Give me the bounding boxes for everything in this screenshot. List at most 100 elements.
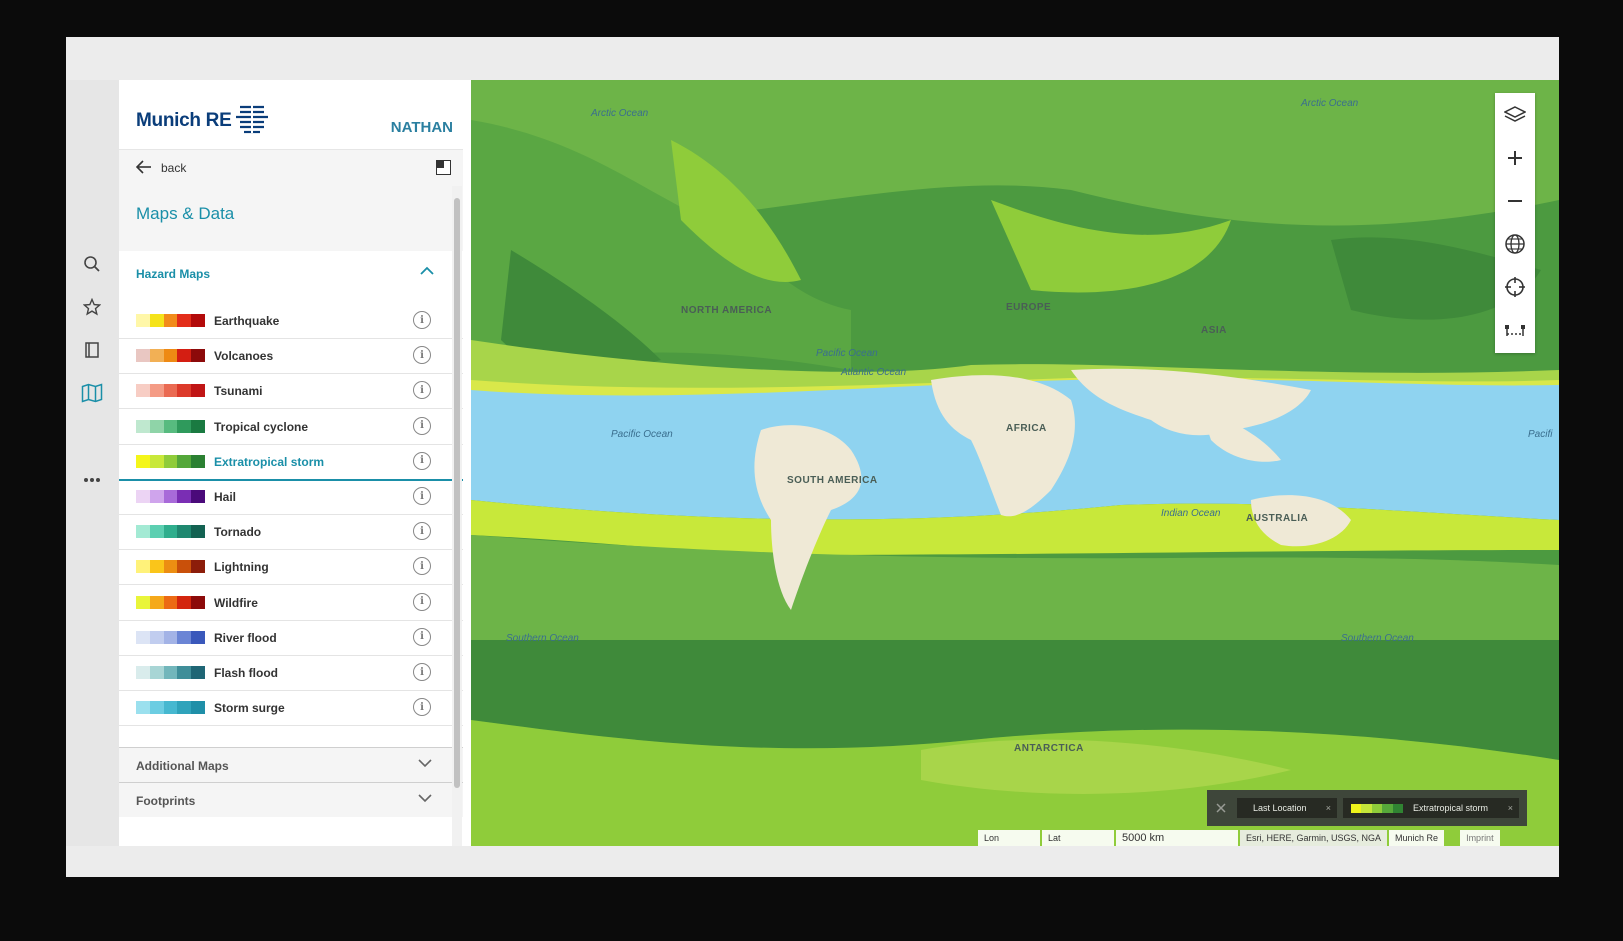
zoom-out-icon[interactable]: [1495, 179, 1535, 222]
ocean-label: Pacific Ocean: [611, 429, 673, 440]
hazard-item[interactable]: River flood i: [119, 620, 463, 656]
close-icon[interactable]: ×: [1508, 803, 1513, 813]
hazard-item-label: Extratropical storm: [214, 454, 325, 469]
panel-title: Maps & Data: [136, 204, 235, 223]
close-icon[interactable]: [1216, 803, 1226, 813]
user-name[interactable]: NATHAN: [391, 119, 453, 136]
ocean-label: Arctic Ocean: [1301, 98, 1359, 109]
chevron-down-icon[interactable]: [418, 759, 432, 768]
lon-readout: Lon: [978, 830, 1040, 846]
extratropical-storm-chip[interactable]: Extratropical storm ×: [1343, 798, 1519, 818]
ocean-label: Atlantic Ocean: [841, 367, 907, 378]
hazard-item-label: Lightning: [214, 560, 269, 575]
map-status-bar: Lon Lat 5000 km Esri, HERE, Garmin, USGS…: [978, 830, 1502, 846]
hazard-item-label: Tropical cyclone: [214, 419, 309, 434]
ocean-label: Southern Ocean: [506, 633, 579, 644]
scale-bar: 5000 km: [1116, 830, 1238, 846]
hazard-color-swatch: [136, 419, 205, 433]
hazard-item-label: Wildfire: [214, 595, 258, 610]
panel-toggle-icon[interactable]: [436, 160, 451, 175]
hazard-item-label: Tsunami: [214, 384, 263, 399]
brand-logo-text: Munich RE: [136, 110, 232, 131]
chevron-up-icon[interactable]: [420, 266, 434, 275]
ocean-label: Southern Ocean: [1341, 633, 1414, 644]
zoom-in-icon[interactable]: [1495, 136, 1535, 179]
hazard-item-label: Hail: [214, 490, 237, 504]
hazard-item[interactable]: Wildfire i: [119, 585, 463, 621]
additional-maps-accordion[interactable]: Additional Maps: [119, 747, 463, 782]
hazard-item-label: Volcanoes: [214, 349, 274, 364]
search-icon[interactable]: [80, 252, 104, 276]
lat-readout: Lat: [1042, 830, 1114, 846]
close-icon[interactable]: ×: [1326, 803, 1331, 813]
hazard-color-swatch: [136, 701, 205, 715]
hazard-item[interactable]: Flash flood i: [119, 655, 463, 691]
layers-icon[interactable]: [1495, 93, 1535, 136]
footprints-label: Footprints: [136, 794, 196, 808]
hazard-color-swatch: [136, 314, 205, 327]
hazard-item[interactable]: Volcanoes i: [119, 338, 463, 375]
info-icon[interactable]: i: [413, 663, 431, 681]
app-screen: Munich RE NATHAN back Maps & Data Hazard…: [66, 37, 1559, 877]
region-label: EUROPE: [1006, 302, 1052, 313]
attribution[interactable]: Esri, HERE, Garmin, USGS, NGA: [1240, 830, 1388, 846]
hazard-item[interactable]: Hail i: [119, 479, 463, 515]
info-icon[interactable]: i: [413, 557, 431, 576]
hazard-color-swatch: [136, 666, 205, 679]
ocean-label: Arctic Ocean: [591, 108, 649, 119]
info-icon[interactable]: i: [413, 487, 431, 505]
ocean-label: Indian Ocean: [1161, 508, 1221, 519]
world-map[interactable]: NORTH AMERICA EUROPE ASIA AFRICA SOUTH AMERI…: [471, 80, 1559, 846]
arrow-left-icon[interactable]: [136, 160, 152, 174]
layer-label: Extratropical storm: [1413, 803, 1489, 813]
hazard-item[interactable]: Earthquake i: [119, 303, 463, 339]
hazard-item[interactable]: Lightning i: [119, 549, 463, 586]
hazard-item[interactable]: Storm surge i: [119, 690, 463, 727]
icon-rail: [66, 80, 119, 846]
ocean-label-cropped: Pacifi: [1528, 429, 1553, 440]
panel-scrollbar[interactable]: [452, 186, 462, 846]
active-layers-bar: Last Location × Extratropical storm ×: [1207, 790, 1527, 826]
region-label: ASIA: [1201, 325, 1227, 336]
info-icon[interactable]: i: [413, 346, 431, 365]
hazard-map-canvas[interactable]: [471, 80, 1559, 846]
hazard-item[interactable]: Tsunami i: [119, 373, 463, 410]
region-label: SOUTH AMERICA: [787, 475, 878, 486]
region-label: NORTH AMERICA: [681, 305, 773, 316]
map-toolbar: [1495, 93, 1535, 353]
back-bar: back: [119, 149, 463, 187]
hazard-item[interactable]: Tornado i: [119, 514, 463, 551]
hazard-item[interactable]: Extratropical storm i: [119, 444, 463, 481]
info-icon[interactable]: i: [413, 416, 431, 435]
hazard-item[interactable]: Tropical cyclone i: [119, 409, 463, 445]
panel-header: Maps & Data: [119, 187, 463, 251]
locate-icon[interactable]: [1495, 265, 1535, 308]
back-link[interactable]: back: [161, 161, 186, 175]
info-icon[interactable]: i: [413, 451, 431, 470]
layer-color-swatch: [1351, 803, 1404, 813]
hazard-item-label: Tornado: [214, 525, 262, 540]
footprints-accordion[interactable]: Footprints: [119, 782, 463, 817]
hazard-color-swatch: [136, 560, 205, 574]
map-icon[interactable]: [80, 381, 104, 405]
info-icon[interactable]: i: [413, 627, 431, 646]
info-icon[interactable]: i: [413, 592, 431, 611]
info-icon[interactable]: i: [413, 698, 431, 717]
hazard-item-label: Earthquake: [214, 314, 280, 328]
hazard-maps-heading[interactable]: Hazard Maps: [136, 267, 210, 281]
globe-icon[interactable]: [1495, 222, 1535, 265]
chevron-down-icon[interactable]: [418, 794, 432, 803]
info-icon[interactable]: i: [413, 311, 431, 329]
hazard-color-swatch: [136, 349, 205, 363]
imprint-link[interactable]: Imprint: [1460, 830, 1500, 846]
last-location-chip[interactable]: Last Location ×: [1237, 798, 1337, 818]
more-icon[interactable]: [80, 468, 104, 492]
hazard-color-swatch: [136, 525, 205, 539]
measure-icon[interactable]: [1495, 308, 1535, 351]
info-icon[interactable]: i: [413, 381, 431, 400]
hazard-item-label: River flood: [214, 630, 277, 645]
info-icon[interactable]: i: [413, 522, 431, 541]
scrollbar-thumb[interactable]: [454, 198, 460, 788]
star-icon[interactable]: [80, 295, 104, 319]
notebook-icon[interactable]: [80, 338, 104, 362]
